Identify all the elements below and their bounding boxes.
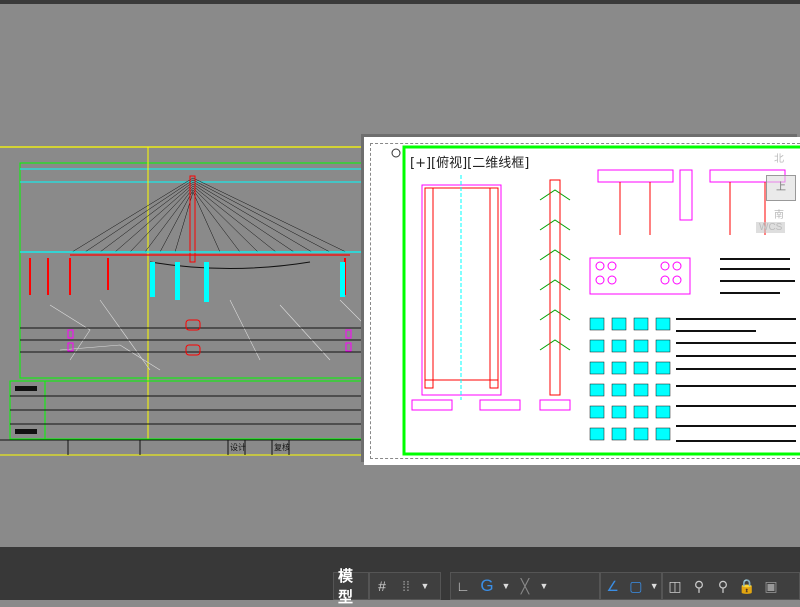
chevron-down-icon[interactable]: ▼ — [499, 581, 513, 591]
isometric-icon[interactable]: ╳ — [513, 574, 537, 598]
foundation-piles — [411, 399, 571, 411]
viewcube-north[interactable]: 北 — [774, 150, 784, 165]
object-snap-icon[interactable]: ▢ — [624, 574, 647, 598]
annotation-group: ◫ ⚲ ⚲ 🔒 ▣ — [662, 572, 800, 600]
isolate-objects-icon[interactable]: ▣ — [759, 574, 783, 598]
pile-circles — [595, 261, 682, 285]
grid-group: # ⁞⁞ ▼ — [369, 572, 441, 600]
model-tab-label[interactable]: 模型 — [334, 565, 368, 607]
detail-drawings — [391, 145, 800, 456]
viewcube[interactable]: 北 上 南 WCS — [752, 150, 800, 240]
model-tab[interactable]: 模型 — [333, 568, 369, 606]
notes-text-lines — [676, 258, 796, 442]
lock-ui-icon[interactable]: 🔒 — [735, 574, 759, 598]
chevron-down-icon[interactable]: ▼ — [647, 581, 661, 591]
polar-tracking-icon[interactable]: G — [475, 574, 499, 598]
wcs-menu[interactable]: WCS — [756, 222, 786, 233]
viewcube-south[interactable]: 南 — [774, 206, 784, 221]
viewport-scale-icon[interactable]: ◫ — [663, 574, 687, 598]
object-snap-tracking-icon[interactable]: ∠ — [601, 574, 624, 598]
viewport-maximize-icon — [391, 148, 401, 158]
annotation-visibility-icon[interactable]: ⚲ — [687, 574, 711, 598]
snap-group: ∠ ▢ ▼ — [600, 572, 662, 600]
section-details — [589, 317, 671, 441]
viewport-controls-label[interactable]: [+][俯视][二维线框] — [410, 152, 529, 171]
drafting-group: ∟ G ▼ ╳ ▼ — [450, 572, 600, 600]
chevron-down-icon[interactable]: ▼ — [418, 581, 432, 591]
cable-anchor-zone — [539, 189, 571, 351]
viewcube-top-face[interactable]: 上 — [766, 175, 796, 201]
auto-scale-icon[interactable]: ⚲ — [711, 574, 735, 598]
grid-icon[interactable]: # — [370, 574, 394, 598]
chevron-down-icon[interactable]: ▼ — [537, 581, 551, 591]
ortho-icon[interactable]: ∟ — [451, 574, 475, 598]
pylon-section — [549, 179, 561, 396]
snap-grid-icon[interactable]: ⁞⁞ — [394, 574, 418, 598]
